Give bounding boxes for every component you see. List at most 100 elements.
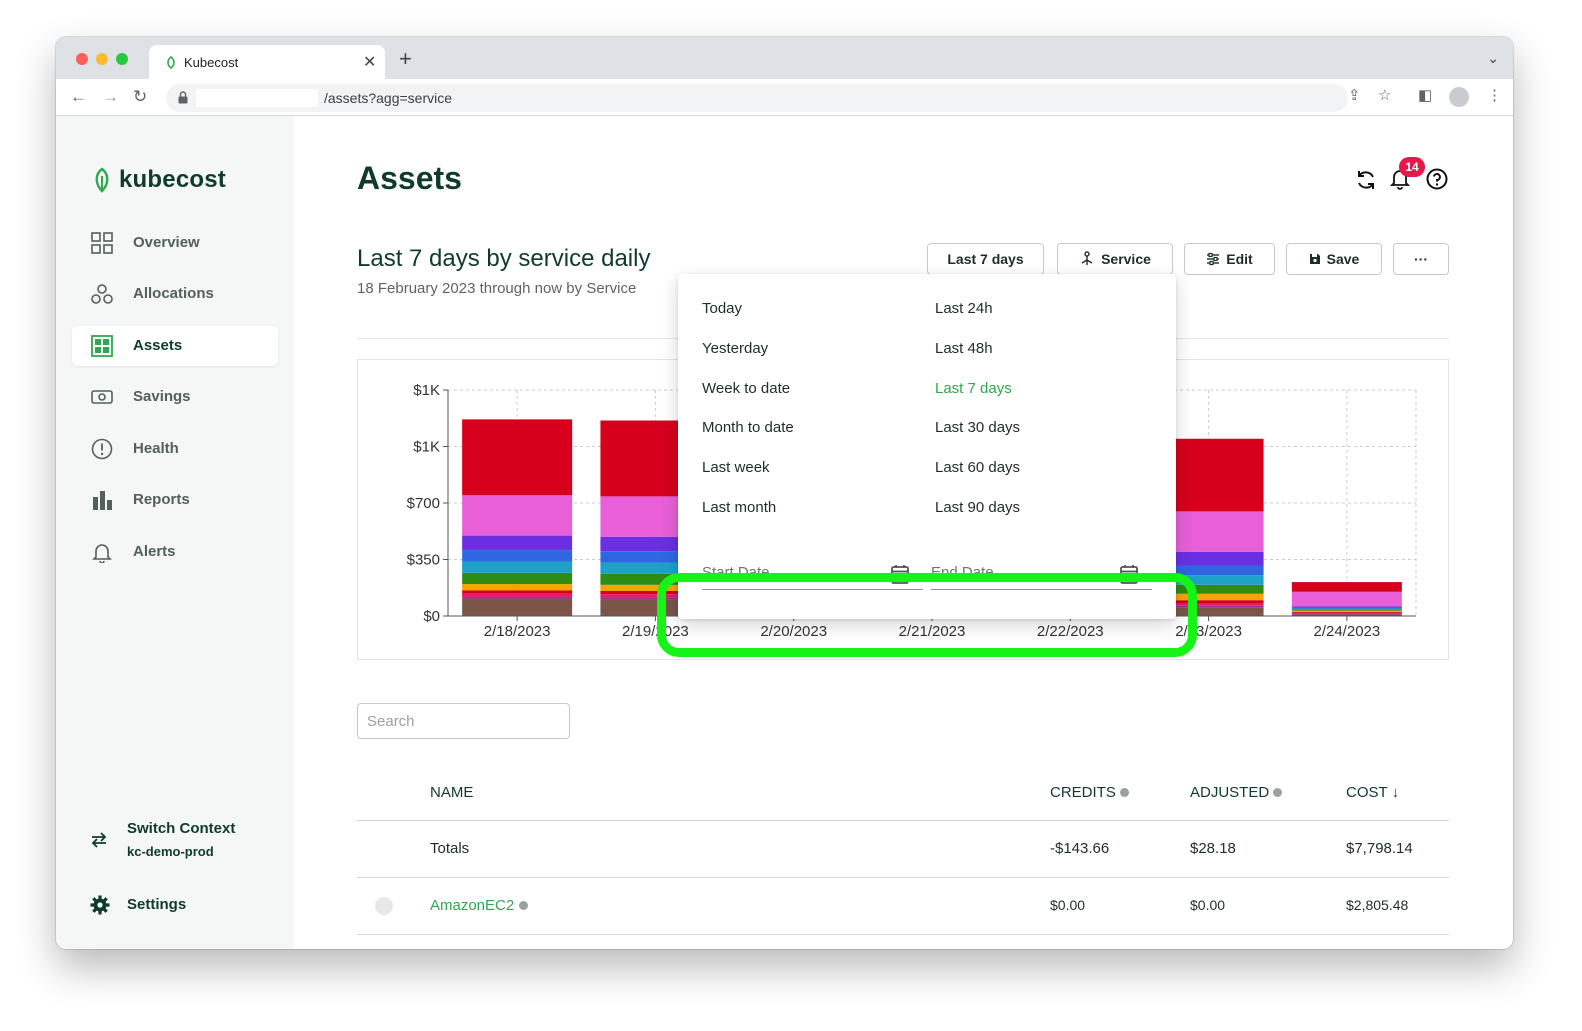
info-icon[interactable]	[519, 901, 529, 910]
profile-avatar[interactable]	[1449, 87, 1469, 107]
logo-text: kubecost	[119, 166, 226, 193]
sidebar-item-overview[interactable]: Overview	[72, 223, 278, 263]
bar-segment	[462, 593, 573, 597]
sidebar-item-reports[interactable]: Reports	[72, 480, 278, 520]
table-header-divider	[357, 820, 1449, 821]
totals-credits: -$143.66	[1050, 840, 1110, 857]
back-icon[interactable]: ←	[70, 88, 87, 105]
table-row-name-link[interactable]: AmazonEC2	[430, 897, 529, 914]
bar-segment	[462, 561, 573, 573]
report-subtitle: 18 February 2023 through now by Service	[357, 280, 637, 297]
menu-item-last-24h[interactable]: Last 24h	[935, 300, 993, 317]
refresh-icon[interactable]	[1354, 168, 1378, 192]
row-name-text: AmazonEC2	[430, 897, 515, 914]
x-tick-label: 2/18/2023	[484, 623, 551, 640]
sidebar-item-savings[interactable]: Savings	[72, 377, 278, 417]
sidebar-item-allocations[interactable]: Allocations	[72, 274, 278, 314]
side-panel-icon[interactable]: ◧	[1418, 87, 1432, 104]
page-title: Assets	[357, 160, 462, 196]
edit-button[interactable]: Edit	[1184, 243, 1275, 275]
bar-segment	[462, 584, 573, 591]
gear-icon	[90, 895, 110, 915]
menu-item-today[interactable]: Today	[702, 300, 742, 317]
tab-search-chevron-icon[interactable]: ⌄	[1487, 50, 1499, 67]
help-icon[interactable]	[1426, 168, 1448, 190]
settings-label: Settings	[127, 896, 187, 913]
menu-item-yesterday[interactable]: Yesterday	[702, 340, 768, 357]
sidebar-item-label: Assets	[133, 337, 183, 354]
menu-item-last-60-days[interactable]: Last 60 days	[935, 459, 1020, 476]
bar-segment	[1291, 612, 1402, 614]
minimize-window-button[interactable]	[96, 53, 108, 65]
save-label: Save	[1326, 251, 1360, 267]
y-tick-label: $700	[407, 495, 440, 512]
menu-item-month-to-date[interactable]: Month to date	[702, 419, 794, 436]
y-tick-label: $1K	[413, 382, 440, 399]
menu-item-last-30-days[interactable]: Last 30 days	[935, 419, 1020, 436]
kubecost-logo-icon	[95, 167, 109, 193]
bar-segment	[1291, 591, 1402, 607]
aggregate-by-label: Service	[1101, 251, 1151, 267]
column-header-cost[interactable]: COST ↓	[1346, 784, 1399, 801]
sidebar-item-label: Reports	[133, 491, 190, 508]
grid-icon	[91, 232, 113, 254]
menu-item-last-month[interactable]: Last month	[702, 499, 776, 516]
column-header-credits-label: CREDITS	[1050, 784, 1116, 801]
sidebar-item-label: Health	[133, 440, 179, 457]
info-icon[interactable]	[1119, 788, 1129, 797]
forward-icon[interactable]: →	[102, 88, 119, 105]
maximize-window-button[interactable]	[116, 53, 128, 65]
row-cost: $2,805.48	[1346, 897, 1409, 913]
menu-item-week-to-date[interactable]: Week to date	[702, 380, 790, 397]
menu-item-last-7-days[interactable]: Last 7 days	[935, 380, 1012, 397]
menu-kebab-icon[interactable]: ⋮	[1487, 87, 1502, 104]
x-tick-label: 2/24/2023	[1313, 623, 1380, 640]
save-button[interactable]: Save	[1286, 243, 1382, 275]
sidebar-item-label: Alerts	[133, 543, 176, 560]
sidebar-item-alerts[interactable]: Alerts	[72, 532, 278, 572]
share-icon[interactable]: ⇪	[1348, 87, 1361, 104]
sidebar: kubecost Overview Allocations Assets Sav…	[56, 116, 294, 949]
bar-segment	[1291, 611, 1402, 613]
menu-item-last-48h[interactable]: Last 48h	[935, 340, 993, 357]
y-tick-label: $1K	[413, 439, 440, 456]
allocations-icon	[91, 284, 113, 304]
kubecost-favicon-icon	[167, 56, 175, 69]
column-header-adjusted[interactable]: ADJUSTED	[1190, 784, 1283, 801]
close-tab-icon[interactable]: ✕	[363, 52, 376, 72]
bar-segment	[462, 598, 573, 616]
date-range-button[interactable]: Last 7 days	[927, 243, 1044, 275]
bar-segment	[462, 550, 573, 562]
sidebar-item-assets[interactable]: Assets	[72, 326, 278, 366]
totals-cost: $7,798.14	[1346, 840, 1413, 857]
url-text: /assets?agg=service	[324, 90, 453, 106]
column-header-name[interactable]: NAME	[430, 784, 473, 801]
close-window-button[interactable]	[76, 53, 88, 65]
new-tab-icon[interactable]: +	[399, 48, 412, 70]
sidebar-item-health[interactable]: Health	[72, 429, 278, 469]
menu-item-last-week[interactable]: Last week	[702, 459, 770, 476]
tab-title: Kubecost	[184, 55, 239, 70]
browser-tab[interactable]: Kubecost ✕	[149, 45, 385, 79]
current-context-value: kc-demo-prod	[127, 844, 214, 859]
column-header-adjusted-label: ADJUSTED	[1190, 784, 1270, 801]
search-input[interactable]	[357, 703, 570, 739]
bar-segment	[462, 495, 573, 536]
sliders-icon	[1207, 252, 1220, 266]
service-icon	[375, 897, 393, 915]
reload-icon[interactable]: ↻	[133, 88, 147, 105]
aggregate-by-button[interactable]: Service	[1057, 243, 1173, 275]
row-adjusted: $0.00	[1190, 897, 1226, 913]
bar-segment	[462, 590, 573, 594]
info-icon[interactable]	[1273, 788, 1283, 797]
column-header-credits[interactable]: CREDITS	[1050, 784, 1129, 801]
kubecost-logo[interactable]: kubecost	[91, 166, 226, 194]
column-header-cost-label: COST	[1346, 784, 1388, 801]
aggregate-tree-icon	[1081, 251, 1093, 265]
bar-segment	[1291, 609, 1402, 611]
bookmark-star-icon[interactable]: ☆	[1378, 87, 1391, 104]
more-options-button[interactable]: ···	[1393, 243, 1449, 275]
menu-item-last-90-days[interactable]: Last 90 days	[935, 499, 1020, 516]
url-field[interactable]: /assets?agg=service	[166, 84, 1348, 112]
date-range-label: Last 7 days	[947, 251, 1024, 267]
